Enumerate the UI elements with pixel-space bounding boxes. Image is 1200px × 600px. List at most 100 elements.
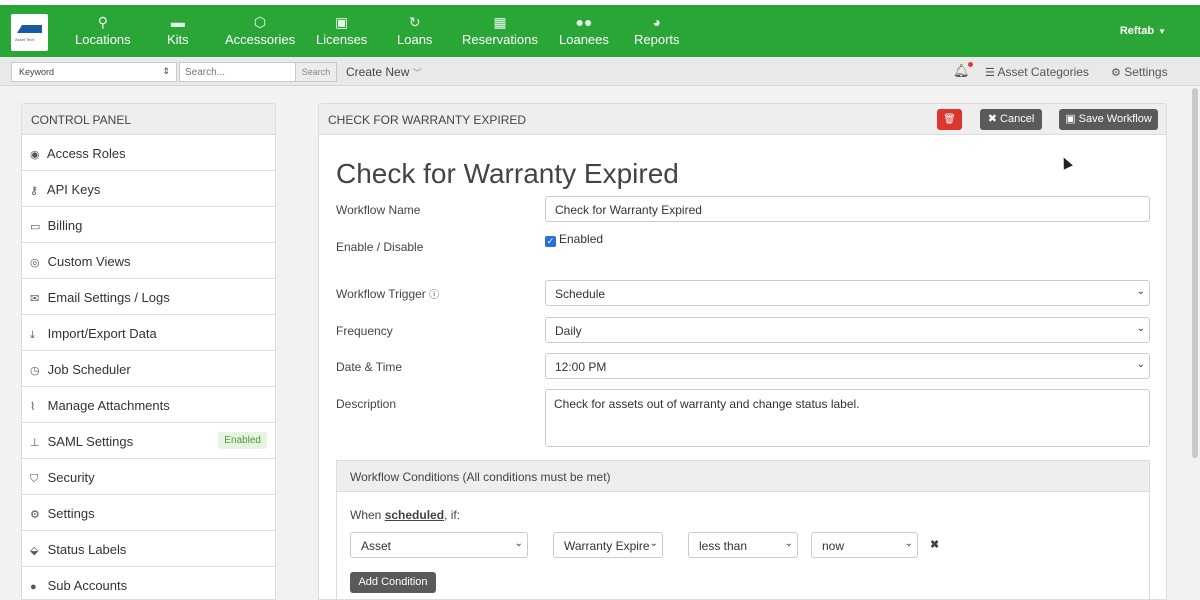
date-time-select[interactable]: 12:00 PM ⌄	[545, 353, 1150, 379]
cp-item-status-labels[interactable]: ⬙ Status Labels	[22, 531, 275, 567]
frequency-select[interactable]: Daily ⌄	[545, 317, 1150, 343]
time-value: 12:00 PM	[555, 360, 607, 374]
cp-item-label: Billing	[47, 218, 83, 233]
cp-item-settings[interactable]: ⚙ Settings	[22, 495, 275, 531]
cp-item-manage-attachments[interactable]: ⌇ Manage Attachments	[22, 387, 275, 423]
settings-label: Settings	[1124, 65, 1168, 79]
search-button[interactable]: Search	[295, 62, 337, 82]
save-disk-icon: ▣	[335, 14, 349, 30]
nav-label: Accessories	[225, 32, 296, 47]
settings-link[interactable]: ⚙ Settings	[1111, 65, 1168, 79]
nav-kits[interactable]: ▬ Kits	[167, 13, 189, 49]
save-workflow-button[interactable]: ▣ Save Workflow	[1059, 109, 1158, 130]
search-input[interactable]	[179, 62, 295, 82]
condition-value-select[interactable]: now ⌄	[811, 532, 918, 558]
remove-condition-icon[interactable]: ✖	[930, 538, 939, 551]
nav-accessories[interactable]: ⬡ Accessories	[225, 13, 295, 49]
cancel-button[interactable]: ✖ Cancel	[980, 109, 1042, 130]
condition-property-value: Warranty Expire	[564, 539, 650, 553]
app-logo[interactable]: Asset Tech	[11, 14, 48, 51]
cp-item-label: Import/Export Data	[47, 326, 157, 341]
caret-down-icon: ▼	[1158, 27, 1166, 36]
asset-categories-link[interactable]: ☰ Asset Categories	[985, 65, 1089, 79]
download-icon: ⤓	[30, 329, 35, 341]
cp-item-label: Manage Attachments	[47, 398, 170, 413]
logo-text: Asset Tech	[15, 37, 35, 42]
key-icon: ⚷	[30, 185, 39, 197]
nav-reservations[interactable]: ▦ Reservations	[462, 13, 538, 49]
condition-field-select[interactable]: Asset ⌄	[350, 532, 528, 558]
create-new-dropdown[interactable]: Create New ﹀	[346, 65, 422, 79]
condition-operator-value: less than	[699, 539, 748, 553]
chevron-down-icon: ⌄	[1136, 286, 1145, 297]
cp-item-label: Custom Views	[47, 254, 131, 269]
cp-item-job-scheduler[interactable]: ◷ Job Scheduler	[22, 351, 275, 387]
add-condition-button[interactable]: Add Condition	[350, 572, 436, 593]
cp-item-label: SAML Settings	[47, 434, 134, 449]
nav-label: Reports	[634, 32, 680, 47]
page-scrollbar[interactable]	[1192, 88, 1198, 458]
shield-icon: ⛉	[30, 473, 39, 485]
user-menu[interactable]: Reftab ▼	[1120, 25, 1166, 37]
cancel-label: Cancel	[1000, 113, 1035, 125]
logo-mark	[17, 25, 42, 33]
list-icon: ☰	[985, 67, 995, 79]
eye-icon: ◎	[30, 257, 40, 269]
cp-item-import-export[interactable]: ⤓ Import/Export Data	[22, 315, 275, 351]
cp-item-label: Email Settings / Logs	[47, 290, 170, 305]
bell-icon: 🔔︎	[953, 63, 970, 78]
asset-categories-label: Asset Categories	[997, 65, 1089, 79]
description-label: Description	[336, 397, 397, 411]
delete-button[interactable]: 🗑︎	[937, 109, 962, 130]
enable-disable-label: Enable / Disable	[336, 240, 424, 254]
keyword-select[interactable]: Keyword ⇕	[11, 62, 177, 82]
cp-item-custom-views[interactable]: ◎ Custom Views	[22, 243, 275, 279]
page-title: Check for Warranty Expired	[336, 158, 679, 189]
frequency-value: Daily	[555, 324, 582, 338]
chevron-down-icon: ﹀	[412, 68, 422, 78]
nav-locations[interactable]: ⚲ Locations	[75, 13, 131, 49]
cp-item-email-settings[interactable]: ✉ Email Settings / Logs	[22, 279, 275, 315]
user-name: Reftab	[1119, 25, 1155, 37]
notification-bell[interactable]: 🔔︎	[953, 62, 973, 79]
clock-icon: ◷	[30, 365, 40, 377]
nav-loanees[interactable]: ●● Loanees	[559, 13, 609, 49]
cp-item-billing[interactable]: ▭ Billing	[22, 207, 275, 243]
when-suffix: , if:	[444, 508, 461, 522]
cp-item-label: API Keys	[46, 182, 101, 197]
tags-icon: ⬙	[30, 545, 39, 557]
description-textarea[interactable]: Check for assets out of warranty and cha…	[545, 389, 1150, 447]
workflow-trigger-select[interactable]: Schedule ⌄	[545, 280, 1150, 306]
notification-dot	[967, 62, 973, 67]
when-keyword[interactable]: scheduled	[385, 508, 444, 522]
nav-label: Loanees	[559, 32, 609, 47]
control-panel: CONTROL PANEL ◉ Access Roles ⚷ API Keys …	[21, 103, 276, 600]
users-icon: ●●	[575, 14, 593, 30]
refresh-icon: ↻	[408, 14, 421, 30]
nav-reports[interactable]: ◕ Reports	[634, 13, 680, 49]
cp-item-api-keys[interactable]: ⚷ API Keys	[22, 171, 275, 207]
briefcase-icon: ▬	[170, 14, 185, 30]
paperclip-icon: ⌇	[30, 401, 36, 413]
keyword-select-value: Keyword	[19, 67, 55, 77]
pie-chart-icon: ◕	[652, 14, 661, 30]
condition-operator-select[interactable]: less than ⌄	[688, 532, 798, 558]
cp-item-saml-settings[interactable]: ⊥ SAML Settings Enabled	[22, 423, 275, 459]
enabled-checkbox[interactable]: ✓ Enabled	[545, 232, 603, 247]
cp-item-access-roles[interactable]: ◉ Access Roles	[22, 135, 275, 171]
condition-property-select[interactable]: Warranty Expire ⌄	[553, 532, 663, 558]
map-marker-icon: ⚲	[97, 14, 108, 30]
create-new-label: Create New	[346, 65, 410, 79]
control-panel-title: CONTROL PANEL	[22, 104, 275, 135]
enabled-label: Enabled	[559, 232, 604, 246]
nav-licenses[interactable]: ▣ Licenses	[316, 13, 367, 49]
workflow-panel-header: CHECK FOR WARRANTY EXPIRED 🗑︎ ✖ Cancel ▣…	[319, 104, 1166, 135]
sitemap-icon: ⊥	[30, 437, 40, 449]
chevron-down-icon: ⌄	[514, 538, 523, 549]
cp-item-sub-accounts[interactable]: ● Sub Accounts	[22, 567, 275, 599]
workflow-name-field[interactable]: Check for Warranty Expired	[545, 196, 1150, 222]
condition-field-value: Asset	[361, 539, 392, 553]
calendar-icon: ▦	[493, 14, 507, 30]
nav-loans[interactable]: ↻ Loans	[397, 13, 432, 49]
cp-item-security[interactable]: ⛉ Security	[22, 459, 275, 495]
